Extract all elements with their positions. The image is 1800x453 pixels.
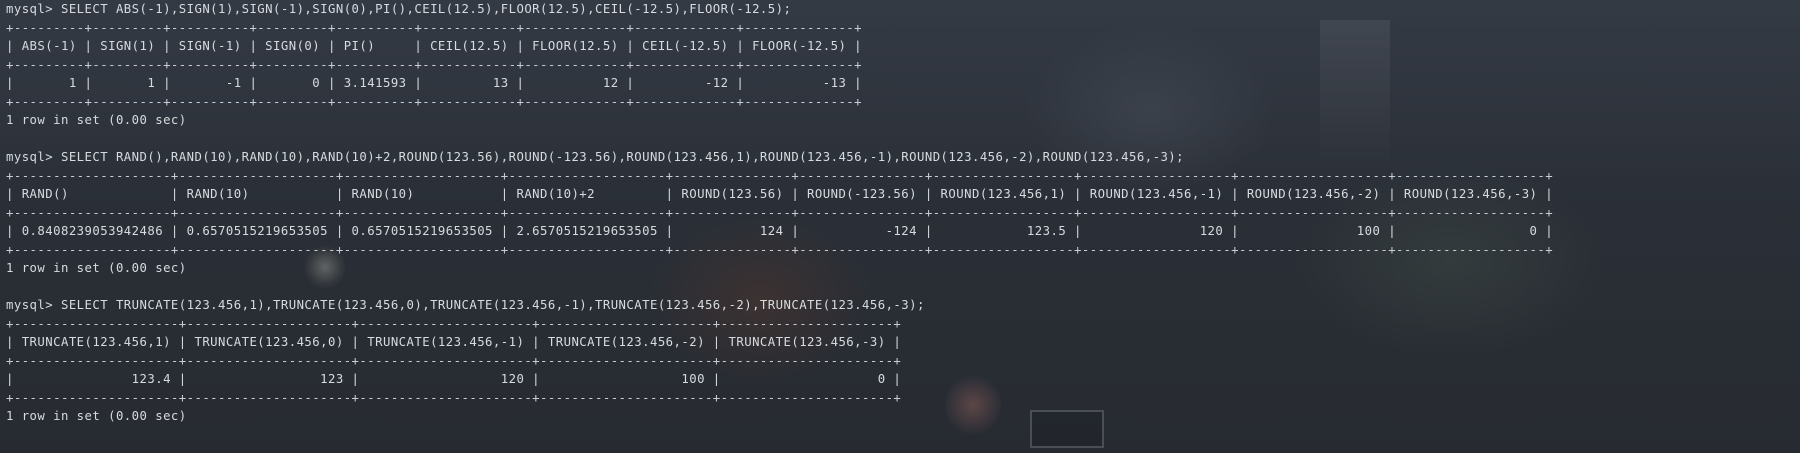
table-border: +--------------------+------------------…	[6, 168, 1554, 183]
result-summary: 1 row in set (0.00 sec)	[6, 261, 187, 275]
table-row: | 123.4 | 123 | 120 | 100 | 0 |	[6, 372, 902, 386]
terminal-line: mysql> SELECT TRUNCATE(123.456,1),TRUNCA…	[6, 298, 925, 312]
table-row: | 1 | 1 | -1 | 0 | 3.141593 | 13 | 12 | …	[6, 76, 863, 90]
table-border: +---------+---------+----------+--------…	[6, 57, 863, 72]
result-summary: 1 row in set (0.00 sec)	[6, 409, 187, 423]
table-row: | 0.8408239053942486 | 0.657051521965350…	[6, 224, 1554, 238]
terminal-line: mysql> SELECT RAND(),RAND(10),RAND(10),R…	[6, 150, 1185, 164]
table-border: +---------+---------+----------+--------…	[6, 20, 863, 35]
table-border: +--------------------+------------------…	[6, 205, 1554, 220]
terminal-window[interactable]: mysql> SELECT ABS(-1),SIGN(1),SIGN(-1),S…	[0, 0, 1800, 453]
result-summary: 1 row in set (0.00 sec)	[6, 113, 187, 127]
table-border: +--------------------+------------------…	[6, 242, 1554, 257]
table-border: +---------------------+-----------------…	[6, 316, 902, 331]
table-border: +---------------------+-----------------…	[6, 390, 902, 405]
table-header-row: | ABS(-1) | SIGN(1) | SIGN(-1) | SIGN(0)…	[6, 39, 863, 53]
table-border: +---------------------+-----------------…	[6, 353, 902, 368]
table-border: +---------+---------+----------+--------…	[6, 94, 863, 109]
table-header-row: | RAND() | RAND(10) | RAND(10) | RAND(10…	[6, 187, 1554, 201]
table-header-row: | TRUNCATE(123.456,1) | TRUNCATE(123.456…	[6, 335, 902, 349]
terminal-line: mysql> SELECT ABS(-1),SIGN(1),SIGN(-1),S…	[6, 2, 792, 16]
terminal-output: mysql> SELECT ABS(-1),SIGN(1),SIGN(-1),S…	[0, 0, 1800, 426]
